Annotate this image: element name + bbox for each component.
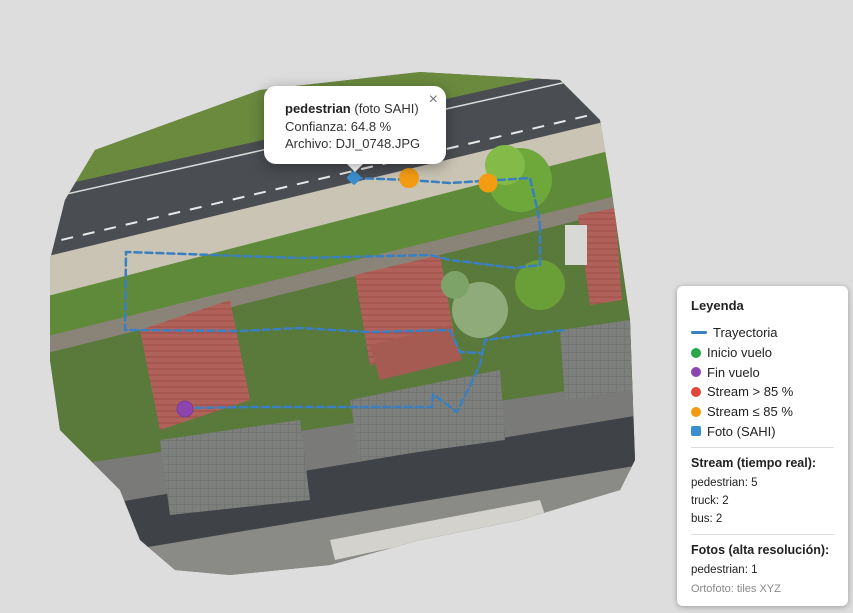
stream-count: pedestrian: 5 <box>691 477 758 490</box>
legend-item-trajectory: Trayectoria <box>691 323 834 343</box>
legend-footer: Ortofoto: tiles XYZ <box>691 583 781 596</box>
stream-title: Stream (tiempo real): <box>691 456 817 471</box>
stream-count: truck: 2 <box>691 495 729 508</box>
photos-title: Fotos (alta resolución): <box>691 543 830 558</box>
green-dot-icon <box>691 347 701 358</box>
detection-popup: × pedestrian (foto SAHI) Confianza: 64.8… <box>264 86 446 164</box>
stream-low-confidence-marker[interactable] <box>399 168 419 188</box>
popup-file: Archivo: DJI_0748.JPG <box>285 136 421 151</box>
stream-low-confidence-marker[interactable] <box>478 173 498 193</box>
legend-item-stream-low: Stream ≤ 85 % <box>691 402 834 422</box>
popup-source: (foto SAHI) <box>354 101 419 116</box>
popup-class: pedestrian <box>285 101 351 116</box>
popup-title-line: pedestrian (foto SAHI) <box>285 100 426 118</box>
blue-square-icon <box>691 426 701 437</box>
legend-item-photo: Foto (SAHI) <box>691 421 834 441</box>
close-icon[interactable]: × <box>429 92 438 108</box>
legend-item-end: Fin vuelo <box>691 362 834 382</box>
photo-count: pedestrian: 1 <box>691 564 758 577</box>
red-dot-icon <box>691 386 701 397</box>
popup-confidence: Confianza: 64.8 % <box>285 118 392 134</box>
purple-dot-icon <box>691 367 701 378</box>
map-legend: Leyenda Trayectoria Inicio vuelo Fin vue… <box>677 286 848 606</box>
stream-count: bus: 2 <box>691 513 723 526</box>
legend-title: Leyenda <box>691 298 744 313</box>
flight-end-marker[interactable] <box>176 400 194 418</box>
legend-divider <box>691 447 834 449</box>
legend-item-start: Inicio vuelo <box>691 343 834 363</box>
legend-item-stream-high: Stream > 85 % <box>691 382 834 402</box>
line-icon <box>691 331 707 335</box>
legend-divider <box>691 534 834 536</box>
orange-dot-icon <box>691 406 701 417</box>
